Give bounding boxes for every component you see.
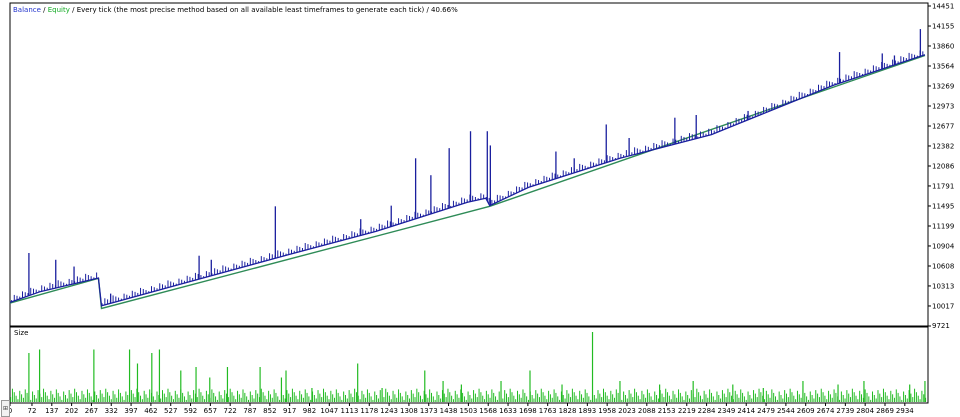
y-tick-label: 11791 (932, 182, 954, 190)
x-tick-label: 2934 (896, 407, 914, 415)
y-tick-label: 13564 (932, 63, 955, 71)
y-tick-label: 12086 (932, 163, 955, 171)
x-tick-label: 2088 (638, 407, 656, 415)
y-tick-label: 10608 (932, 262, 954, 270)
chart-legend: Balance / Equity / Every tick (the most … (13, 6, 458, 14)
legend-model: Every tick (the most precise method base… (76, 6, 425, 14)
x-tick-label: 137 (45, 407, 58, 415)
legend-sep1: / (40, 6, 48, 14)
y-tick-label: 10313 (932, 282, 954, 290)
x-tick-label: 2349 (717, 407, 735, 415)
y-tick-label: 13860 (932, 42, 954, 50)
x-tick-label: 1568 (479, 407, 497, 415)
x-tick-label: 1113 (341, 407, 359, 415)
x-tick-label: 722 (224, 407, 237, 415)
panel-resize-handle[interactable]: ⊞ (1, 400, 10, 417)
x-tick-label: 2479 (757, 407, 775, 415)
x-tick-label: 462 (144, 407, 157, 415)
x-tick-label: 2219 (678, 407, 696, 415)
x-tick-label: 1893 (578, 407, 596, 415)
x-tick-label: 2284 (698, 407, 716, 415)
x-tick-label: 2414 (737, 407, 755, 415)
x-tick-label: 1958 (598, 407, 616, 415)
x-tick-label: 917 (283, 407, 296, 415)
x-tick-label: 72 (27, 407, 36, 415)
y-tick-label: 12973 (932, 102, 954, 110)
y-tick-label: 11199 (932, 223, 954, 231)
strategy-tester-graph: 14451 14155 13860 13564 13269 12973 12677 12382… (0, 0, 960, 417)
legend-quality: 40.66% (431, 6, 458, 14)
x-tick-label: 657 (204, 407, 217, 415)
x-tick-label: 267 (85, 407, 98, 415)
legend-sep2: / (69, 6, 77, 14)
y-tick-label: 10017 (932, 302, 954, 310)
legend-equity: Equity (47, 6, 70, 14)
x-tick-label: 2739 (836, 407, 854, 415)
x-tick-label: 1503 (459, 407, 477, 415)
x-tick-label: 2869 (876, 407, 894, 415)
x-tick-label: 1373 (420, 407, 438, 415)
x-tick-label: 592 (184, 407, 197, 415)
x-tick-label: 1438 (440, 407, 458, 415)
x-tick-label: 1178 (360, 407, 378, 415)
x-tick-label: 2153 (658, 407, 676, 415)
y-tick-label: 14451 (932, 3, 954, 11)
x-tick-label: 852 (263, 407, 276, 415)
main-plot-frame (9, 2, 929, 327)
x-tick-label: 332 (105, 407, 118, 415)
legend-balance: Balance (13, 6, 41, 14)
y-tick-label: 10904 (932, 242, 955, 250)
x-tick-label: 1633 (499, 407, 517, 415)
y-tick-label: 9721 (932, 322, 950, 330)
y-tick-label: 13269 (932, 82, 954, 90)
x-tick-label: 1243 (380, 407, 398, 415)
y-tick-label: 12382 (932, 142, 954, 150)
x-tick-label: 2023 (618, 407, 636, 415)
x-tick-label: 787 (243, 407, 256, 415)
x-tick-label: 527 (164, 407, 177, 415)
equity-line (9, 54, 926, 310)
balance-line (9, 54, 926, 307)
x-tick-label: 1047 (320, 407, 338, 415)
x-tick-label: 1698 (519, 407, 537, 415)
x-tick-label: 2609 (797, 407, 815, 415)
x-tick-label: 982 (303, 407, 316, 415)
x-tick-label: 1308 (400, 407, 418, 415)
x-tick-label: 1763 (539, 407, 557, 415)
x-tick-label: 2674 (817, 407, 835, 415)
y-tick-label: 14155 (932, 23, 954, 31)
y-tick-label: 11495 (932, 202, 954, 210)
x-tick-label: 202 (65, 407, 78, 415)
x-tick-label: 1828 (559, 407, 577, 415)
x-tick-label: 2804 (856, 407, 874, 415)
y-tick-label: 12677 (932, 123, 954, 131)
size-panel-label: Size (14, 329, 29, 337)
balance-equity-chart: 14451 14155 13860 13564 13269 12973 12677 12382… (8, 2, 955, 415)
x-tick-label: 2544 (777, 407, 795, 415)
x-tick-label: 397 (124, 407, 137, 415)
